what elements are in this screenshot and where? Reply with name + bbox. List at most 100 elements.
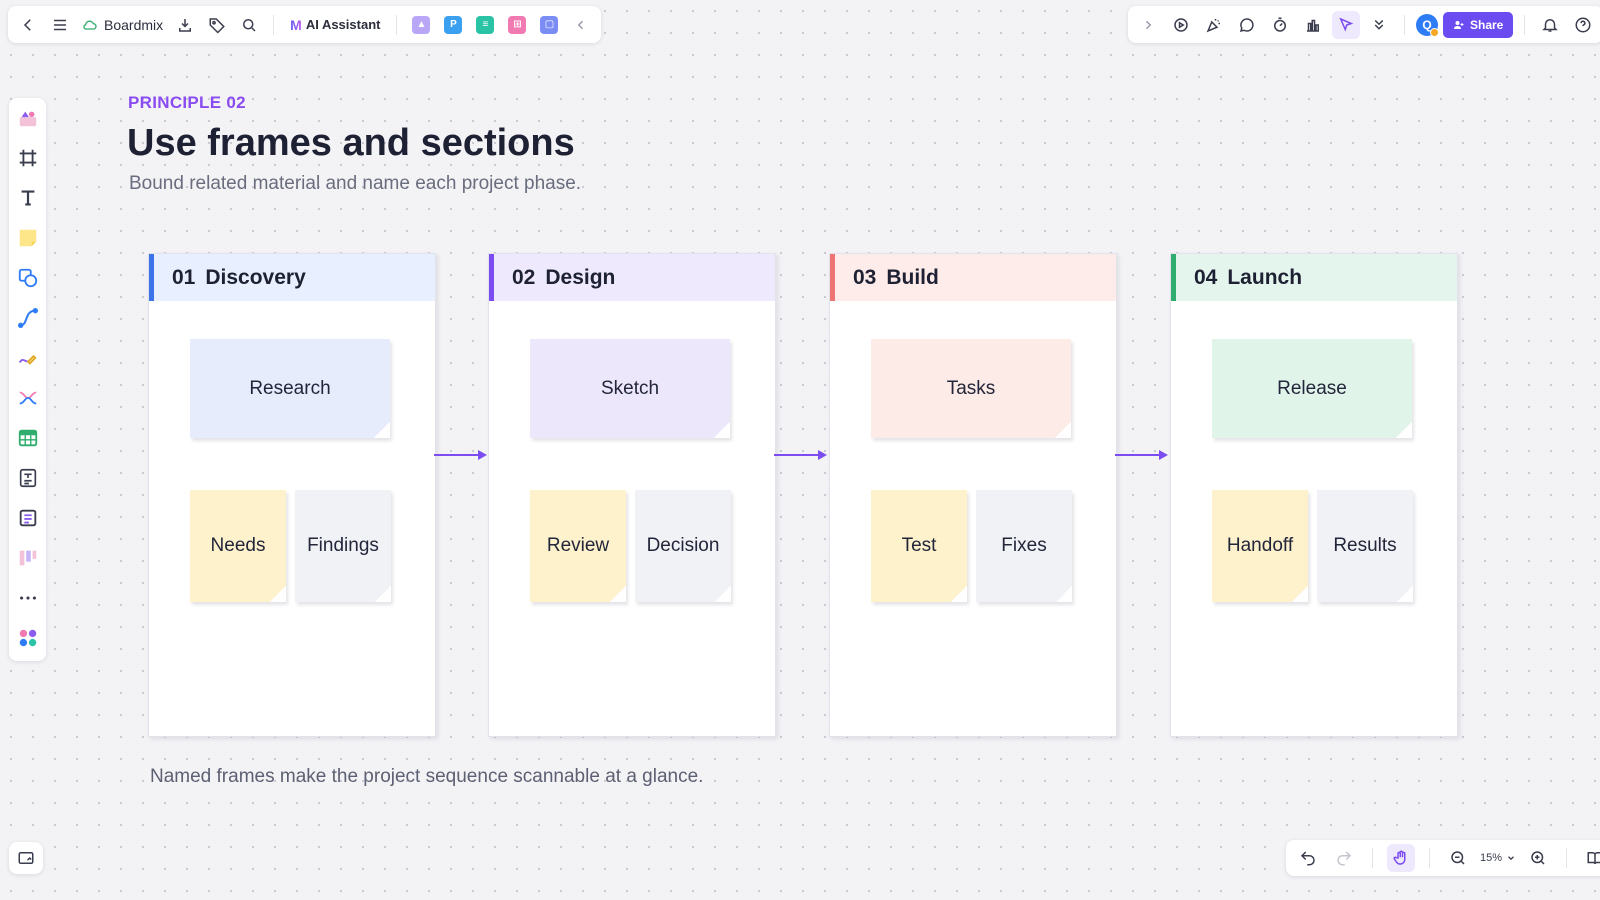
follow-cursor-icon[interactable] <box>1332 10 1360 39</box>
help-icon[interactable] <box>1569 11 1597 39</box>
connector-arrow[interactable] <box>434 449 488 461</box>
sticky-note-main[interactable]: Sketch <box>530 339 730 438</box>
chevron-down-icon <box>1508 856 1514 861</box>
board-name: Boardmix <box>104 16 164 33</box>
minimap-button[interactable] <box>9 842 43 874</box>
frame-title: Launch <box>1227 265 1303 289</box>
zoom-toolbar: 15% <box>1286 840 1600 876</box>
tag-icon[interactable] <box>203 11 231 39</box>
frame-header[interactable]: 03 Build <box>830 254 1116 301</box>
connector-tool-icon[interactable] <box>13 304 43 332</box>
undo-icon[interactable] <box>1294 844 1322 872</box>
chat-plugin-icon[interactable]: ▢ <box>540 15 559 34</box>
divider <box>1524 14 1526 35</box>
sticky-note-main[interactable]: Tasks <box>871 339 1071 438</box>
mindmap-plugin-icon[interactable]: ≡ <box>476 15 495 34</box>
download-icon[interactable] <box>171 11 199 39</box>
more-chevron-icon[interactable] <box>1365 11 1393 39</box>
left-toolbar <box>9 98 46 661</box>
frame-header[interactable]: 01 Discovery <box>149 254 435 301</box>
zoom-level-select[interactable]: 15% <box>1480 852 1516 864</box>
frame-header[interactable]: 02 Design <box>489 254 775 301</box>
divider <box>1429 848 1430 868</box>
minimap-icon <box>18 852 34 864</box>
search-icon[interactable] <box>235 11 263 39</box>
share-label: Share <box>1470 17 1504 32</box>
frame-title: Design <box>545 265 616 289</box>
connector-arrow[interactable] <box>1115 449 1169 461</box>
hand-tool-icon[interactable] <box>1387 844 1415 872</box>
share-button[interactable]: Share <box>1443 11 1514 38</box>
sticky-note-main[interactable]: Research <box>190 339 390 438</box>
ai-assistant-label: AI Assistant <box>305 17 381 32</box>
frame-title: Discovery <box>205 265 306 289</box>
frame-tool-icon[interactable] <box>13 144 43 172</box>
sticky-note[interactable]: Review <box>530 490 626 602</box>
apps-icon[interactable] <box>13 624 43 652</box>
comment-icon[interactable] <box>1233 11 1261 39</box>
divider <box>1566 848 1568 868</box>
zoom-in-icon[interactable] <box>1524 844 1552 872</box>
mindmap-tool-icon[interactable] <box>13 384 43 412</box>
sticky-note[interactable]: Decision <box>635 490 731 602</box>
sticky-note[interactable]: Fixes <box>976 490 1072 602</box>
footnote[interactable]: Named frames make the project sequence s… <box>150 766 703 788</box>
sticky-note[interactable]: Needs <box>190 490 286 602</box>
shape-tool-icon[interactable] <box>13 264 43 292</box>
sticky-note[interactable]: Findings <box>295 490 391 602</box>
frame-header[interactable]: 04 Launch <box>1171 254 1457 301</box>
kanban-tool-icon[interactable] <box>13 544 43 572</box>
flowchart-plugin-icon[interactable]: ⊞ <box>508 15 527 34</box>
frame-number: 04 <box>1194 265 1218 289</box>
sticky-note-main[interactable]: Release <box>1212 339 1412 438</box>
frame-title: Build <box>886 265 939 289</box>
image-plugin-icon[interactable]: ▲ <box>412 15 431 34</box>
redo-icon[interactable] <box>1330 844 1358 872</box>
vote-icon[interactable] <box>1299 11 1327 39</box>
sticky-note[interactable]: Handoff <box>1212 490 1308 602</box>
add-user-icon <box>1454 20 1464 29</box>
sticky-note[interactable]: Test <box>871 490 967 602</box>
sticky-note[interactable]: Results <box>1317 490 1413 602</box>
frame-discovery[interactable]: 01 Discovery Research Needs Findings <box>148 253 436 737</box>
ai-assistant-button[interactable]: M AI Assistant <box>284 17 386 33</box>
top-right-toolbar: Q Share <box>1128 6 1600 43</box>
table-tool-icon[interactable] <box>13 424 43 452</box>
timer-icon[interactable] <box>1266 11 1294 39</box>
board-name-button[interactable]: Boardmix <box>78 17 167 33</box>
expand-icon[interactable] <box>1134 11 1162 39</box>
frame-build[interactable]: 03 Build Tasks Test Fixes <box>829 253 1117 737</box>
present-icon[interactable] <box>1167 11 1195 39</box>
text-box-icon[interactable] <box>13 464 43 492</box>
pen-tool-icon[interactable] <box>13 344 43 372</box>
divider <box>396 14 398 35</box>
collapse-icon[interactable] <box>567 11 595 39</box>
cloud-icon <box>83 20 97 30</box>
top-left-toolbar: Boardmix M AI Assistant ▲ P ≡ ⊞ ▢ <box>8 6 602 43</box>
ai-logo-icon: M <box>290 16 302 33</box>
frame-design[interactable]: 02 Design Sketch Review Decision <box>488 253 776 737</box>
back-icon[interactable] <box>14 11 42 39</box>
zoom-level: 15% <box>1480 852 1503 864</box>
sticky-note-icon[interactable] <box>13 224 43 252</box>
connector-arrow[interactable] <box>774 449 828 461</box>
menu-icon[interactable] <box>46 11 74 39</box>
more-tools-icon[interactable] <box>13 584 43 612</box>
templates-icon[interactable] <box>13 104 43 132</box>
guide-book-icon[interactable] <box>1581 844 1600 872</box>
divider <box>1372 848 1373 868</box>
presentation-plugin-icon[interactable]: P <box>444 15 463 34</box>
page-title[interactable]: Use frames and sections <box>127 122 575 165</box>
celebrate-icon[interactable] <box>1200 11 1228 39</box>
frame-number: 03 <box>853 265 877 289</box>
notification-bell-icon[interactable] <box>1536 11 1564 39</box>
text-tool-icon[interactable] <box>13 184 43 212</box>
list-tool-icon[interactable] <box>13 504 43 532</box>
frame-launch[interactable]: 04 Launch Release Handoff Results <box>1170 253 1458 737</box>
principle-label: PRINCIPLE 02 <box>128 93 246 112</box>
page-subtitle[interactable]: Bound related material and name each pro… <box>129 173 581 195</box>
zoom-out-icon[interactable] <box>1444 844 1472 872</box>
frame-number: 01 <box>172 265 196 289</box>
avatar[interactable]: Q <box>1416 13 1439 37</box>
divider <box>273 14 275 35</box>
